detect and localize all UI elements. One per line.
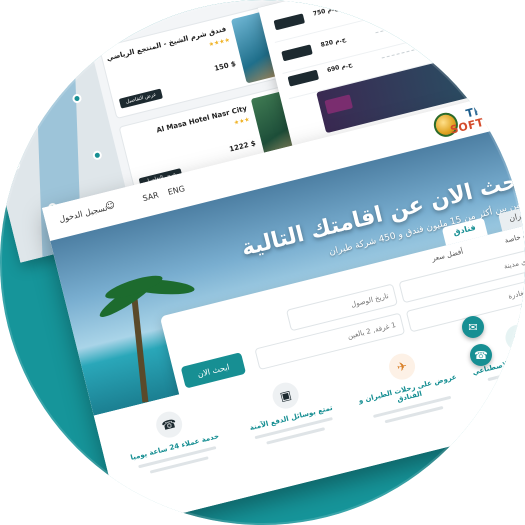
feature-title: عروض على رحلات الطيران و الفنادق (357, 372, 458, 405)
hotel-price: 1222 $ (228, 139, 257, 154)
search-panel: طيران فنادق رحلات خاصة أفضل سعر ابحث الا… (159, 203, 525, 401)
map-pin-icon[interactable] (15, 117, 27, 129)
search-page-screenshot: تسجيل الدخول ☺ SAR ENG TRAVEL SOFTTECH ا… (42, 87, 525, 525)
top-navbar: تسجيل الدخول ☺ SAR ENG TRAVEL SOFTTECH (42, 87, 525, 241)
select-flight-button[interactable] (281, 44, 313, 62)
select-flight-button[interactable] (307, 149, 339, 167)
promo-badge (324, 94, 354, 115)
feature-support: ☎ خدمة عملاء 24 ساعة يوميا (113, 399, 233, 480)
map-pin-icon[interactable] (9, 159, 21, 171)
tab-hotels[interactable]: فنادق (441, 217, 488, 246)
feature-text (372, 395, 452, 419)
circular-frame: كوكتوف - فندق شرم الشيخ - المنتجع الرياض… (0, 0, 525, 525)
tab-flights[interactable]: طيران (497, 203, 525, 232)
hotel-card[interactable]: Al Masa Hotel Nasr City ★★★ 1222 $ عرض ا… (118, 79, 327, 199)
hero-title: ابحث الان عن اقامتك التالية (238, 164, 525, 262)
feature-secure-payment: ▣ تمتع بوسائل الدفع الآمنة (229, 370, 349, 451)
flight-price: 910 ج.م (346, 140, 373, 154)
globe-icon (431, 110, 461, 140)
hotel-thumbnail (250, 85, 322, 164)
palm-tree (130, 292, 149, 403)
hotel-stars: ★★★ (233, 115, 251, 127)
hotel-card[interactable]: كوكتوف - فندق شرم الشيخ - المنتجع الرياض… (98, 0, 307, 120)
hotel-details-button[interactable]: عرض التفاصيل (118, 88, 164, 109)
hotel-thumbnail (230, 5, 302, 84)
feature-ai-search: ⚙ خدمة البحث بالذكاء الاصطناعي (462, 312, 525, 393)
flight-price: 690 ج.م (326, 61, 353, 75)
flight-price: 750 ج.م (312, 4, 339, 18)
login-link[interactable]: تسجيل الدخول (58, 203, 108, 224)
feature-text (266, 427, 326, 445)
chat-float-button[interactable]: ✉ (462, 316, 484, 338)
card-icon: ▣ (269, 379, 302, 412)
currency-switch[interactable]: SAR (142, 191, 160, 204)
map-pin-icon[interactable] (91, 149, 103, 161)
checkin-input[interactable] (285, 283, 398, 332)
filter-chip[interactable] (98, 25, 121, 41)
select-flight-button[interactable] (287, 69, 320, 87)
palm-leaf (103, 271, 165, 304)
feature-title: تمتع بوسائل الدفع الآمنة (248, 403, 334, 433)
hotel-list: كوكتوف - فندق شرم الشيخ - المنتجع الرياض… (84, 0, 339, 232)
best-price-option[interactable]: أفضل سعر (431, 248, 464, 264)
map[interactable] (0, 29, 137, 263)
features-section: ⚙ خدمة البحث بالذكاء الاصطناعي ✈ عروض عل… (93, 294, 525, 525)
flight-price: 820 ج.م (320, 35, 347, 49)
hotel-name[interactable]: كوكتوف - فندق شرم الشيخ - المنتجع الرياض… (106, 25, 228, 63)
flight-price: 770 ج.م (354, 173, 381, 187)
search-button[interactable]: ابحث الان (180, 352, 247, 389)
destination-input[interactable] (398, 245, 525, 304)
hotel-price: 150 $ (213, 59, 237, 73)
rooms-guests-input[interactable] (254, 312, 406, 371)
airline-tag (508, 0, 525, 5)
map-pin-icon[interactable] (71, 93, 83, 104)
hotels-results-screenshot: كوكتوف - فندق شرم الشيخ - المنتجع الرياض… (0, 0, 341, 263)
map-pin-icon[interactable] (0, 80, 8, 92)
checkout-input[interactable] (405, 274, 525, 333)
feature-text (149, 456, 209, 474)
feature-title: خدمة عملاء 24 ساعة يوميا (129, 432, 220, 462)
palm-leaf (96, 271, 162, 322)
hero-section: ابحث الان عن اقامتك التالية اختر من بين … (50, 120, 525, 416)
support-float-button[interactable]: ☎ (470, 344, 492, 366)
language-switch[interactable]: ENG (167, 184, 186, 197)
feature-text (384, 405, 444, 424)
map-sea (34, 32, 82, 258)
hotel-details-button[interactable]: عرض التفاصيل (138, 167, 184, 189)
select-flight-button[interactable] (273, 13, 306, 31)
special-flights-option[interactable]: رحلات خاصة (504, 228, 525, 245)
ticket-icon: ✈ (386, 350, 418, 383)
hotel-name[interactable]: Al Masa Hotel Nasr City (126, 104, 248, 142)
map-pin-icon[interactable] (47, 202, 59, 214)
hero-subtitle: اختر من بين أكثر من 15 مليون فندق و 450 … (328, 195, 525, 258)
user-icon[interactable]: ☺ (105, 200, 117, 212)
headset-icon: ☎ (153, 408, 185, 441)
hotel-stars: ★★★★ (208, 36, 231, 49)
feature-offers: ✈ عروض على رحلات الطيران و الفنادق (346, 341, 468, 430)
feature-text (138, 446, 217, 469)
palm-leaf (124, 277, 195, 297)
select-flight-button[interactable] (315, 182, 348, 200)
robot-icon: ⚙ (502, 321, 525, 354)
feature-text (254, 417, 333, 440)
